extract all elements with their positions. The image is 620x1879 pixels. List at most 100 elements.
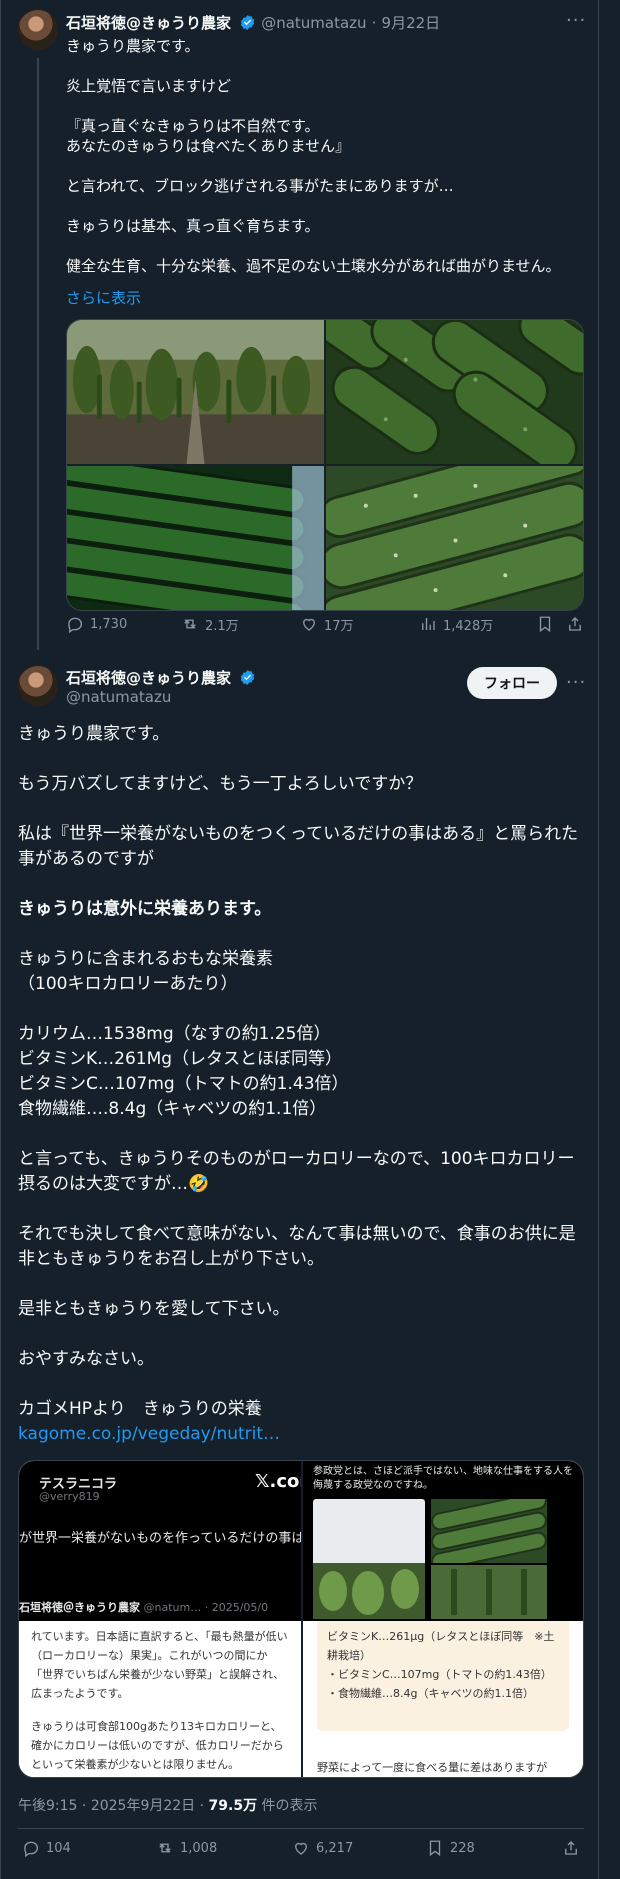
heart-icon: [295, 1842, 307, 1855]
nutrient-item: ・ビタミンC…107mg（トマトの約1.43倍）: [327, 1668, 552, 1681]
tweet-date[interactable]: 9月22日: [382, 14, 441, 32]
verified-badge-icon: [240, 15, 255, 30]
retweet-button[interactable]: 2.1万: [181, 615, 239, 634]
embedded-vines-photo: [431, 1565, 547, 1619]
embedded-author-handle: @verry819: [39, 1490, 100, 1503]
embedded-footer-name: 石垣将徳＠きゅうり農家: [19, 1601, 140, 1614]
media-image-cucumber-spines[interactable]: [326, 466, 583, 610]
retweet-icon: [159, 1843, 171, 1853]
tweet-paragraph: もう万バズしてますけど、もう一丁よろしいですか？: [18, 774, 423, 794]
reply-count: 1,730: [90, 616, 128, 632]
divider: [18, 1828, 584, 1829]
nutrient-list: カリウム…1538mg（なすの約1.25倍） ビタミンK…261Mg（レタスとほ…: [18, 1024, 349, 1119]
media-image-cucumber-pack[interactable]: [67, 466, 324, 610]
embedded-cucumber-photo: [431, 1499, 547, 1563]
tweet-paragraph: と言われて、ブロック逃げされる事がたまにありますが…: [66, 177, 454, 195]
tweet-paragraph-bold: きゅうりは意外に栄養あります。: [18, 897, 586, 922]
emphasis-text: きゅうりは意外に栄養あります。: [18, 899, 272, 919]
tweet-paragraph: おやすみなさい。: [18, 1349, 154, 1369]
views-button[interactable]: 1,428万: [419, 615, 493, 634]
embedded-quote: が世界一栄養がないものを作っているだけの事は: [19, 1531, 305, 1546]
retweet-count: 2.1万: [205, 618, 239, 634]
bookmark-count: 228: [450, 1840, 475, 1856]
card-screenshot-left: テスラニコラ @verry819 𝕏.com が世界一栄養がないものを作っている…: [19, 1461, 318, 1621]
author-handle[interactable]: @natumatazu: [261, 14, 366, 32]
heart-icon: [303, 618, 315, 631]
tweet2-body: きゅうり農家です。 もう万バズしてますけど、もう一丁よろしいですか？ 私は『世界…: [18, 722, 586, 1447]
nutrient-box: ビタミンK…261μg（レタスとほぼ同等 ※土耕栽培） ・ビタミンC…107mg…: [317, 1621, 569, 1731]
views-chart-icon: [422, 618, 435, 630]
media-image-greenhouse[interactable]: [67, 320, 324, 464]
embedded-footer-meta: @natum… · 2025/05/0: [143, 1601, 269, 1614]
reply-icon: [68, 617, 83, 633]
column-border-right: [598, 0, 599, 1879]
like-count: 6,217: [316, 1840, 354, 1856]
link-preview-card[interactable]: テスラニコラ @verry819 𝕏.com が世界一栄養がないものを作っている…: [18, 1460, 584, 1778]
share-button[interactable]: [562, 1839, 580, 1857]
reply-button[interactable]: 104: [22, 1839, 71, 1857]
views-total: 79.5万: [208, 1798, 258, 1814]
tweet-paragraph: と言っても、きゅうりそのものがローカロリーなので、100キロカロリー摂るのは大変…: [18, 1149, 575, 1194]
column-border-left: [0, 0, 1, 1879]
tweet-paragraph: 炎上覚悟で言いますけど: [66, 77, 232, 95]
tweet1-header: 石垣将徳@きゅうり農家 @natumatazu · 9月22日: [66, 12, 440, 33]
tweet-paragraph: カゴメHPより きゅうりの栄養: [18, 1399, 262, 1419]
reply-icon: [24, 1841, 39, 1857]
bookmark-button[interactable]: 228: [426, 1839, 475, 1857]
retweet-count: 1,008: [180, 1840, 218, 1856]
tweet-paragraph: 私は『世界一栄養がないものをつくっているだけの事はある』と罵られた事があるのです…: [18, 824, 579, 869]
tweet-paragraph: きゅうりに含まれるおもな栄養素 （100キロカロリーあたり）: [18, 949, 273, 994]
views-label: 件の表示: [261, 1798, 318, 1814]
like-button[interactable]: 17万: [300, 615, 354, 634]
tweet1-body: きゅうり農家です。 炎上覚悟で言いますけど 『真っ直ぐなきゅうりは不自然です。 …: [66, 36, 586, 276]
share-icon: [565, 1841, 577, 1855]
reply-count: 104: [46, 1840, 71, 1856]
reply-button[interactable]: 1,730: [66, 615, 127, 633]
tweet-paragraph: 健全な生育、十分な栄養、過不足のない土壌水分があれば曲がりません。: [66, 257, 561, 275]
show-more-link[interactable]: さらに表示: [66, 287, 141, 308]
post-time[interactable]: 午後9:15: [18, 1798, 77, 1814]
card-screenshot-right: 参政党とは、さほど派手ではない、地味な仕事をする人を侮蔑する政党なのですね。: [303, 1461, 583, 1621]
external-link[interactable]: kagome.co.jp/vegeday/nutrit…: [18, 1422, 586, 1447]
author-name[interactable]: 石垣将徳@きゅうり農家: [66, 669, 231, 687]
retweet-button[interactable]: 1,008: [156, 1839, 217, 1857]
share-button[interactable]: [566, 615, 584, 633]
avatar[interactable]: [18, 10, 58, 50]
tweet1-media-grid: [66, 319, 584, 611]
embedded-greenhouse-photo: [313, 1563, 425, 1619]
nutrient-item: ビタミンK…261μg（レタスとほぼ同等 ※土耕栽培）: [327, 1630, 555, 1662]
article-text: れています。日本語に直訳すると、「最も熱量が低い（ローカロリーな）果実」。これが…: [31, 1630, 288, 1700]
like-count: 17万: [324, 618, 354, 634]
views-count: 1,428万: [443, 618, 494, 634]
verified-badge-icon: [240, 670, 255, 685]
more-options-icon[interactable]: ···: [566, 672, 586, 693]
media-image-cucumbers-closeup[interactable]: [326, 320, 583, 464]
author-name[interactable]: 石垣将徳@きゅうり農家: [66, 14, 231, 32]
avatar[interactable]: [18, 666, 58, 706]
post-date[interactable]: 2025年9月22日: [91, 1798, 195, 1814]
tweet-paragraph: きゅうり農家です。: [18, 724, 170, 744]
thread-connector-line: [37, 58, 39, 650]
embedded-footer: 石垣将徳＠きゅうり農家 @natum… · 2025/05/0: [19, 1599, 268, 1615]
share-icon: [569, 617, 581, 631]
embedded-title: 参政党とは、さほど派手ではない、地味な仕事をする人を侮蔑する政党なのですね。: [313, 1466, 573, 1491]
tweet-paragraph: それでも決して食べて意味がない、なんて事は無いので、食事のお供に是非ともきゅうり…: [18, 1224, 576, 1269]
article-text: きゅうりは可食部100gあたり13キロカロリーと、確かにカロリーは低いのですが、…: [31, 1720, 284, 1771]
nutrient-item: ・食物繊維…8.4g（キャベツの約1.1倍）: [327, 1687, 534, 1700]
tweet2-meta: 午後9:15 · 2025年9月22日 · 79.5万 件の表示: [18, 1798, 318, 1814]
retweet-icon: [184, 619, 196, 629]
bookmark-icon: [429, 1840, 441, 1857]
more-options-icon[interactable]: ···: [566, 10, 586, 31]
dot-separator: ·: [371, 14, 377, 32]
card-article-left: れています。日本語に直訳すると、「最も熱量が低い（ローカロリーな）果実」。これが…: [19, 1621, 301, 1777]
tweet-paragraph: 『真っ直ぐなきゅうりは不自然です。 あなたのきゅうりは食べたくありません』: [66, 117, 351, 155]
bookmark-button[interactable]: [536, 615, 554, 633]
tweet2-header: 石垣将徳@きゅうり農家: [66, 667, 256, 688]
author-handle[interactable]: @natumatazu: [66, 688, 171, 706]
tweet-paragraph: きゅうりは基本、真っ直ぐ育ちます。: [66, 217, 320, 235]
like-button[interactable]: 6,217: [292, 1839, 353, 1857]
card-divider: [301, 1461, 303, 1777]
card-article-right: ビタミンK…261μg（レタスとほぼ同等 ※土耕栽培） ・ビタミンC…107mg…: [303, 1621, 583, 1777]
follow-button[interactable]: フォロー: [467, 667, 557, 699]
tweet-paragraph: きゅうり農家です。: [66, 37, 200, 55]
